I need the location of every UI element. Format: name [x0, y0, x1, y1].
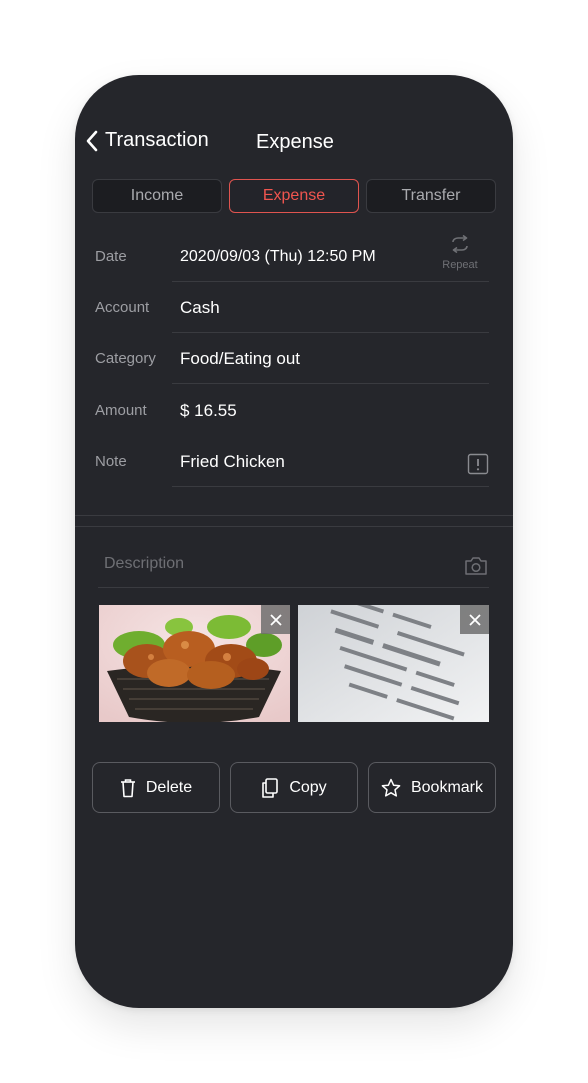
delete-label: Delete [145, 778, 193, 796]
note-label: Note [95, 453, 127, 470]
tab-expense[interactable]: Expense [229, 179, 359, 213]
tab-expense-label: Expense [262, 187, 326, 204]
account-value[interactable]: Cash [180, 282, 220, 333]
date-value[interactable]: 2020/09/03 (Thu) 12:50 PM [180, 231, 376, 282]
photo-receipt[interactable] [298, 605, 489, 722]
close-icon [269, 613, 282, 626]
note-value[interactable]: Fried Chicken [180, 436, 285, 487]
repeat-button[interactable]: Repeat [435, 234, 485, 271]
photo-fried-chicken[interactable] [99, 605, 290, 722]
description-underline [98, 587, 489, 588]
tab-transfer[interactable]: Transfer [366, 179, 496, 213]
remove-photo-button[interactable] [460, 605, 489, 634]
account-label: Account [95, 299, 150, 316]
copy-label: Copy [289, 778, 327, 796]
category-row[interactable]: Category Food/Eating out [75, 333, 513, 384]
back-button[interactable]: Transaction [85, 129, 209, 152]
camera-button[interactable] [464, 556, 488, 576]
note-row[interactable]: Note Fried Chicken [75, 436, 513, 487]
alert-icon [467, 453, 489, 475]
copy-button[interactable]: Copy [230, 762, 358, 813]
remove-photo-button[interactable] [261, 605, 290, 634]
back-label: Transaction [105, 129, 209, 151]
section-divider-bottom [75, 526, 513, 527]
date-label: Date [95, 248, 127, 265]
note-alert-button[interactable] [467, 453, 489, 475]
close-icon [468, 613, 481, 626]
amount-row[interactable]: Amount $ 16.55 [75, 385, 513, 436]
category-value[interactable]: Food/Eating out [180, 333, 300, 384]
account-row[interactable]: Account Cash [75, 282, 513, 333]
amount-value[interactable]: $ 16.55 [180, 385, 237, 436]
category-label: Category [95, 350, 156, 367]
page-title: Expense [256, 131, 334, 153]
trash-icon [120, 778, 135, 797]
camera-icon [465, 557, 487, 575]
repeat-icon [452, 234, 468, 254]
copy-icon [262, 777, 279, 798]
tab-income[interactable]: Income [92, 179, 222, 213]
divider [172, 383, 489, 384]
phone-screen: Transaction Expense Income Expense Trans… [75, 75, 513, 1008]
delete-button[interactable]: Delete [92, 762, 220, 813]
tab-income-label: Income [130, 187, 184, 204]
amount-label: Amount [95, 402, 147, 419]
section-divider-top [75, 515, 513, 516]
bookmark-button[interactable]: Bookmark [368, 762, 496, 813]
star-icon [381, 778, 401, 797]
description-input[interactable]: Description [104, 555, 184, 573]
divider [172, 486, 489, 487]
tab-transfer-label: Transfer [401, 187, 461, 204]
repeat-label: Repeat [442, 259, 478, 271]
bookmark-label: Bookmark [410, 778, 484, 796]
chevron-left-icon [86, 130, 98, 151]
